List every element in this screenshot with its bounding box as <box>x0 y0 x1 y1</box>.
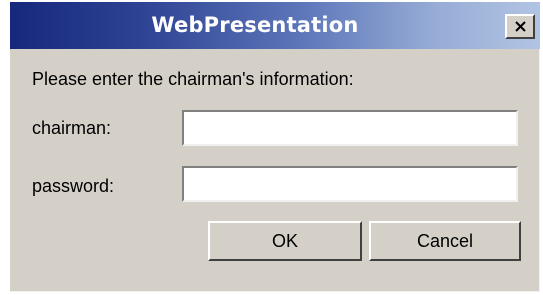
chairman-input[interactable] <box>182 110 518 146</box>
ok-button[interactable]: OK <box>208 221 362 261</box>
title-bar[interactable]: WebPresentation <box>10 2 540 49</box>
close-button[interactable] <box>505 14 535 39</box>
password-input[interactable] <box>182 166 518 202</box>
password-label: password: <box>32 176 115 196</box>
dialog-title: WebPresentation <box>151 13 359 37</box>
prompt-text: Please enter the chairman's information: <box>32 69 354 89</box>
close-icon <box>515 21 526 32</box>
cancel-button[interactable]: Cancel <box>369 221 521 261</box>
chairman-label: chairman: <box>32 118 112 138</box>
login-dialog: WebPresentation Please enter the chairma… <box>10 2 540 292</box>
